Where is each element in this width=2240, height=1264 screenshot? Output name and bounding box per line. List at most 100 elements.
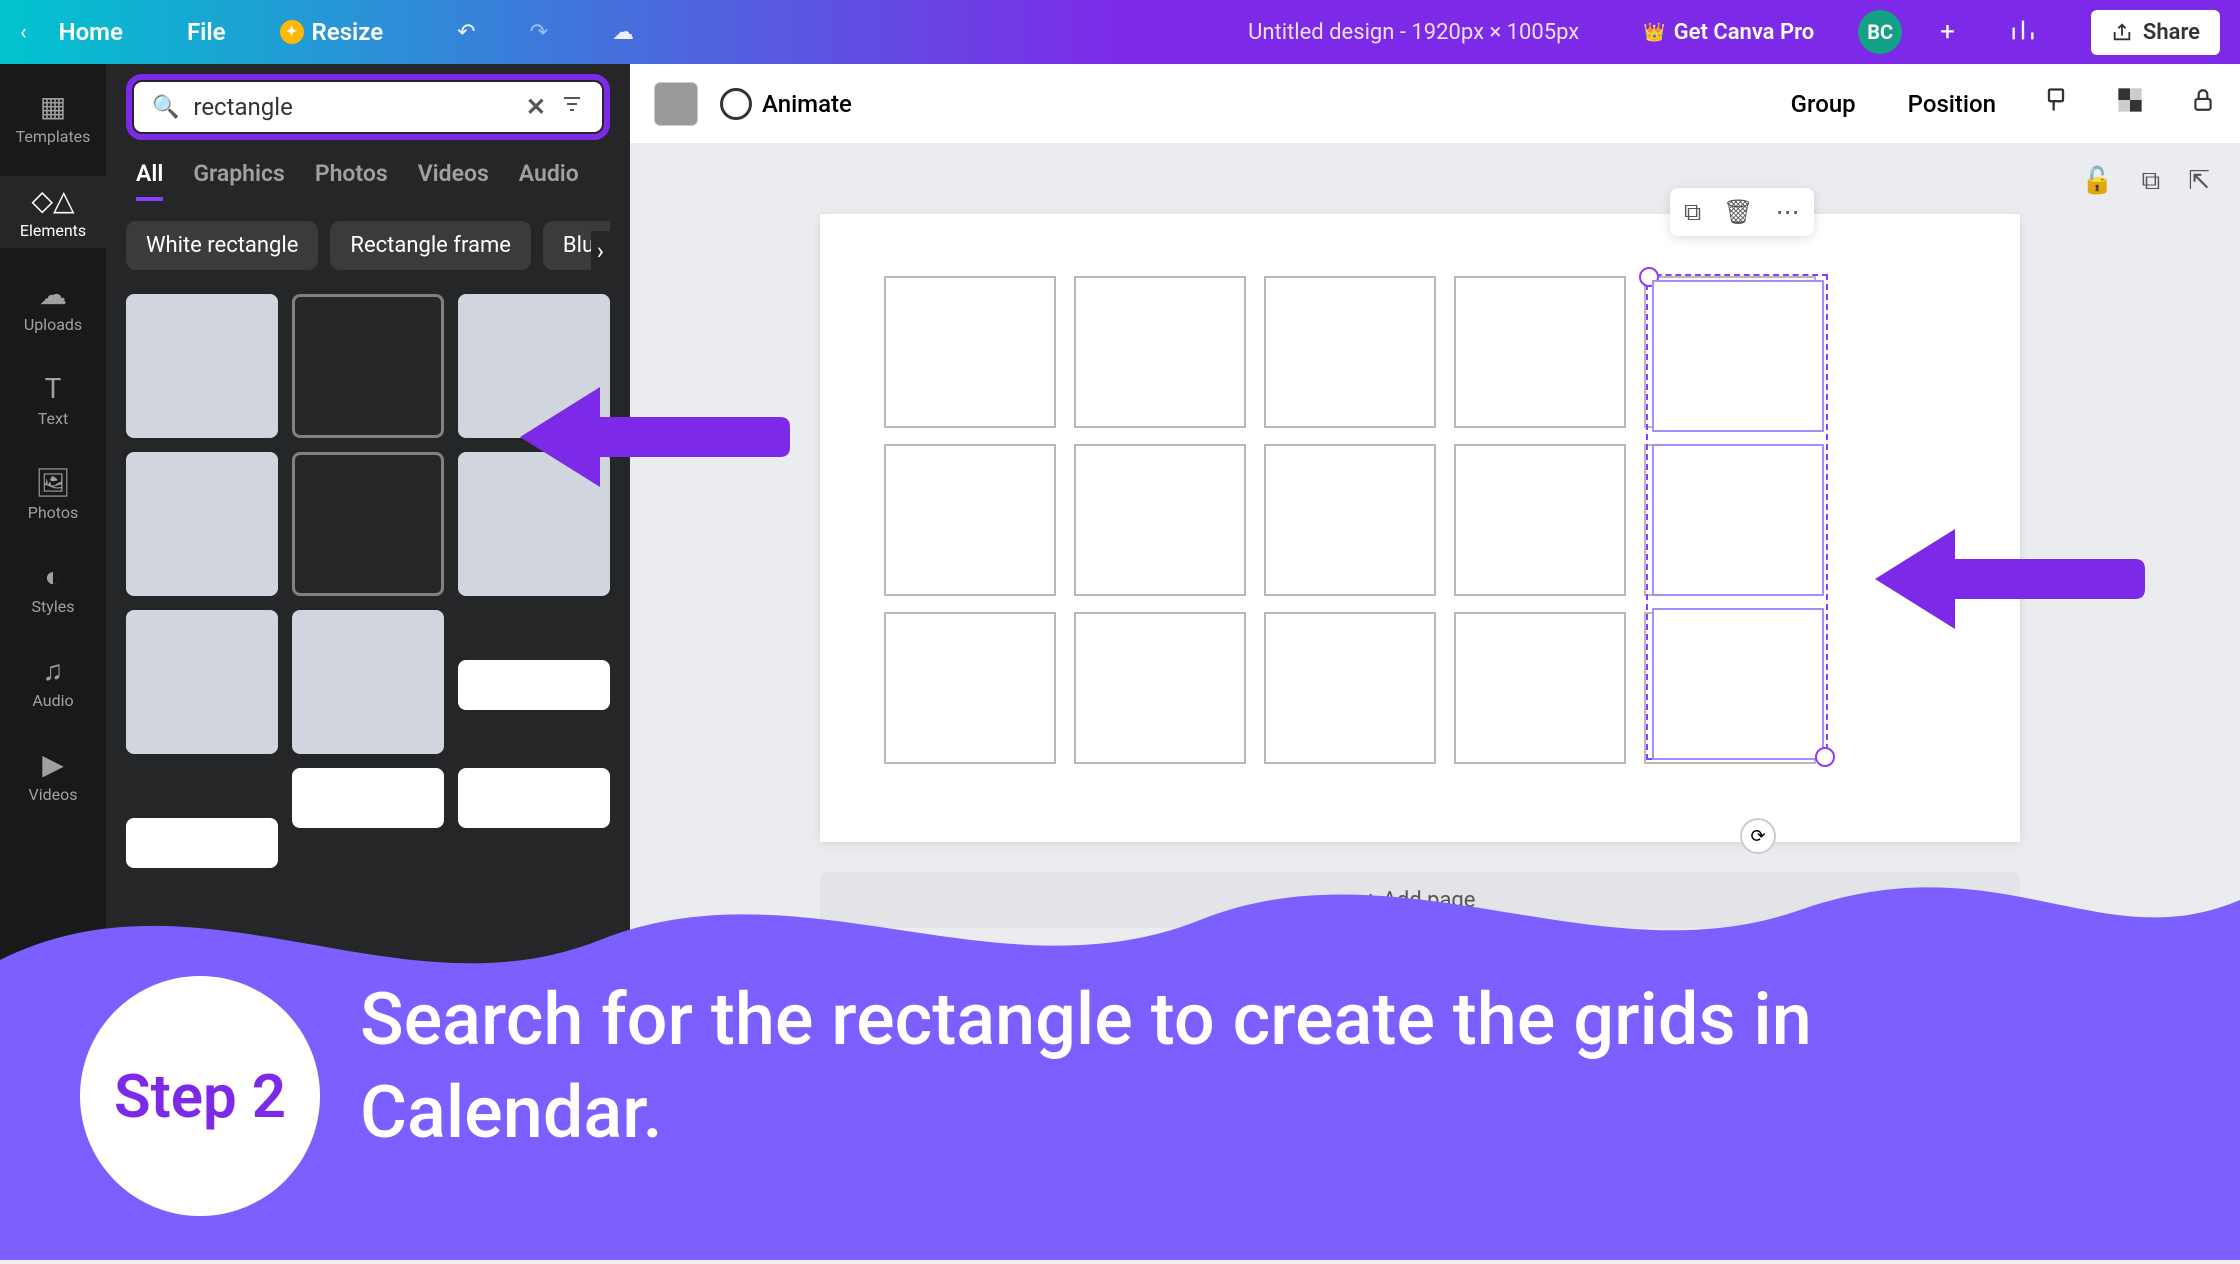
result-item[interactable] <box>458 660 610 710</box>
tab-all[interactable]: All <box>136 160 163 201</box>
grid-cell[interactable] <box>884 612 1056 764</box>
search-icon: 🔍 <box>152 95 179 120</box>
chip-rectangle-frame[interactable]: Rectangle frame <box>330 221 530 270</box>
get-pro-button[interactable]: 👑 Get Canva Pro <box>1643 20 1814 45</box>
step-badge: Step 2 <box>80 976 320 1216</box>
result-item[interactable] <box>292 452 444 596</box>
grid-cell[interactable] <box>1074 444 1246 596</box>
undo-icon[interactable]: ↶ <box>457 20 475 45</box>
crown-icon: 👑 <box>1643 22 1665 43</box>
grid-cell[interactable] <box>1454 444 1626 596</box>
document-title[interactable]: Untitled design - 1920px × 1005px <box>1248 20 1579 45</box>
delete-icon[interactable]: 🗑 <box>1723 198 1753 226</box>
rail-templates[interactable]: ▦ Templates <box>0 82 106 154</box>
grid-cell[interactable] <box>884 444 1056 596</box>
animate-icon <box>720 88 752 120</box>
resize-crown-icon: ✦ <box>280 20 304 44</box>
search-highlight: 🔍 ✕ <box>126 74 610 140</box>
fill-color-swatch[interactable] <box>654 82 698 126</box>
result-item[interactable] <box>126 610 278 754</box>
floating-tools: ⧉ 🗑 ⋯ <box>1670 188 1814 236</box>
templates-icon: ▦ <box>40 90 66 123</box>
tab-photos[interactable]: Photos <box>315 160 388 201</box>
selection-bounds[interactable] <box>1646 274 1828 760</box>
context-toolbar: Animate Group Position <box>630 64 2240 144</box>
selected-cell[interactable] <box>1652 444 1824 596</box>
animate-label: Animate <box>762 90 852 118</box>
step-label: Step 2 <box>114 1061 286 1132</box>
lock-icon[interactable] <box>2190 87 2216 120</box>
tab-audio[interactable]: Audio <box>519 160 579 201</box>
uploads-icon: ☁ <box>39 278 67 311</box>
rail-photos[interactable]: 🖼 Photos <box>0 458 106 530</box>
animate-button[interactable]: Animate <box>720 88 852 120</box>
rail-elements[interactable]: ◇△ Elements <box>0 176 106 248</box>
result-item[interactable] <box>292 294 444 438</box>
filter-icon[interactable] <box>560 92 584 122</box>
cloud-sync-icon[interactable]: ☁ <box>612 20 634 45</box>
invite-icon[interactable]: + <box>1940 17 1955 47</box>
grid-cell[interactable] <box>1074 276 1246 428</box>
grid-cell[interactable] <box>1264 276 1436 428</box>
page-icons: 🔓 ⧉ ⇱ <box>2081 166 2210 197</box>
clear-search-icon[interactable]: ✕ <box>526 93 546 121</box>
grid-cell[interactable] <box>1264 612 1436 764</box>
videos-icon: ▶ <box>42 748 64 781</box>
group-button[interactable]: Group <box>1791 90 1856 118</box>
grid-cell[interactable] <box>1454 612 1626 764</box>
text-icon: T <box>45 372 62 405</box>
rail-photos-label: Photos <box>28 503 79 522</box>
lock-page-icon[interactable]: 🔓 <box>2081 166 2113 197</box>
rail-uploads-label: Uploads <box>24 315 82 334</box>
transparency-icon[interactable] <box>2116 86 2144 121</box>
tab-graphics[interactable]: Graphics <box>193 160 285 201</box>
insights-icon[interactable] <box>2009 16 2037 48</box>
rail-videos[interactable]: ▶ Videos <box>0 740 106 812</box>
rail-styles-label: Styles <box>32 597 75 616</box>
redo-icon[interactable]: ↷ <box>530 20 548 45</box>
tutorial-arrow-right <box>1875 514 2145 648</box>
duplicate-page-icon[interactable]: ⧉ <box>2142 166 2161 197</box>
grid-cell[interactable] <box>1454 276 1626 428</box>
home-link[interactable]: Home <box>59 18 123 46</box>
duplicate-icon[interactable]: ⧉ <box>1684 198 1701 226</box>
chips-scroll-right-icon[interactable]: › <box>591 231 610 270</box>
resize-label: Resize <box>312 18 384 46</box>
selected-cell[interactable] <box>1652 280 1824 432</box>
result-item[interactable] <box>126 452 278 596</box>
filter-tabs: All Graphics Photos Videos Audio <box>126 160 610 201</box>
rail-text[interactable]: T Text <box>0 364 106 436</box>
result-item[interactable] <box>292 610 444 754</box>
result-item[interactable] <box>126 294 278 438</box>
share-label: Share <box>2143 20 2200 45</box>
result-item[interactable] <box>292 768 444 828</box>
rail-elements-label: Elements <box>20 221 86 240</box>
result-item[interactable] <box>458 768 610 828</box>
tab-videos[interactable]: Videos <box>418 160 489 201</box>
rail-audio-label: Audio <box>32 691 73 710</box>
search-input[interactable] <box>193 93 511 121</box>
more-options-icon[interactable]: ⋯ <box>1776 198 1800 226</box>
resize-button[interactable]: ✦ Resize <box>280 18 384 46</box>
chip-white-rectangle[interactable]: White rectangle <box>126 221 318 270</box>
grid-cell[interactable] <box>1074 612 1246 764</box>
grid-cell[interactable] <box>1264 444 1436 596</box>
top-header: ‹ Home File ✦ Resize ↶ ↷ ☁ Untitled desi… <box>0 0 2240 64</box>
share-button[interactable]: Share <box>2091 10 2220 55</box>
back-icon[interactable]: ‹ <box>20 20 27 45</box>
add-page-icon[interactable]: ⇱ <box>2188 166 2210 197</box>
position-button[interactable]: Position <box>1908 90 1996 118</box>
pro-label: Get Canva Pro <box>1674 20 1815 45</box>
rail-styles[interactable]: ◐ Styles <box>0 552 106 624</box>
search-bar: 🔍 ✕ <box>134 82 602 132</box>
tutorial-arrow-left <box>520 372 790 506</box>
file-menu[interactable]: File <box>187 18 226 46</box>
canvas-page[interactable] <box>820 214 2020 842</box>
grid-cell[interactable] <box>884 276 1056 428</box>
copy-style-icon[interactable] <box>2042 86 2070 121</box>
rail-templates-label: Templates <box>16 127 91 146</box>
rail-audio[interactable]: ♫ Audio <box>0 646 106 718</box>
rail-uploads[interactable]: ☁ Uploads <box>0 270 106 342</box>
avatar[interactable]: BC <box>1858 10 1902 54</box>
selected-cell[interactable] <box>1652 608 1824 760</box>
